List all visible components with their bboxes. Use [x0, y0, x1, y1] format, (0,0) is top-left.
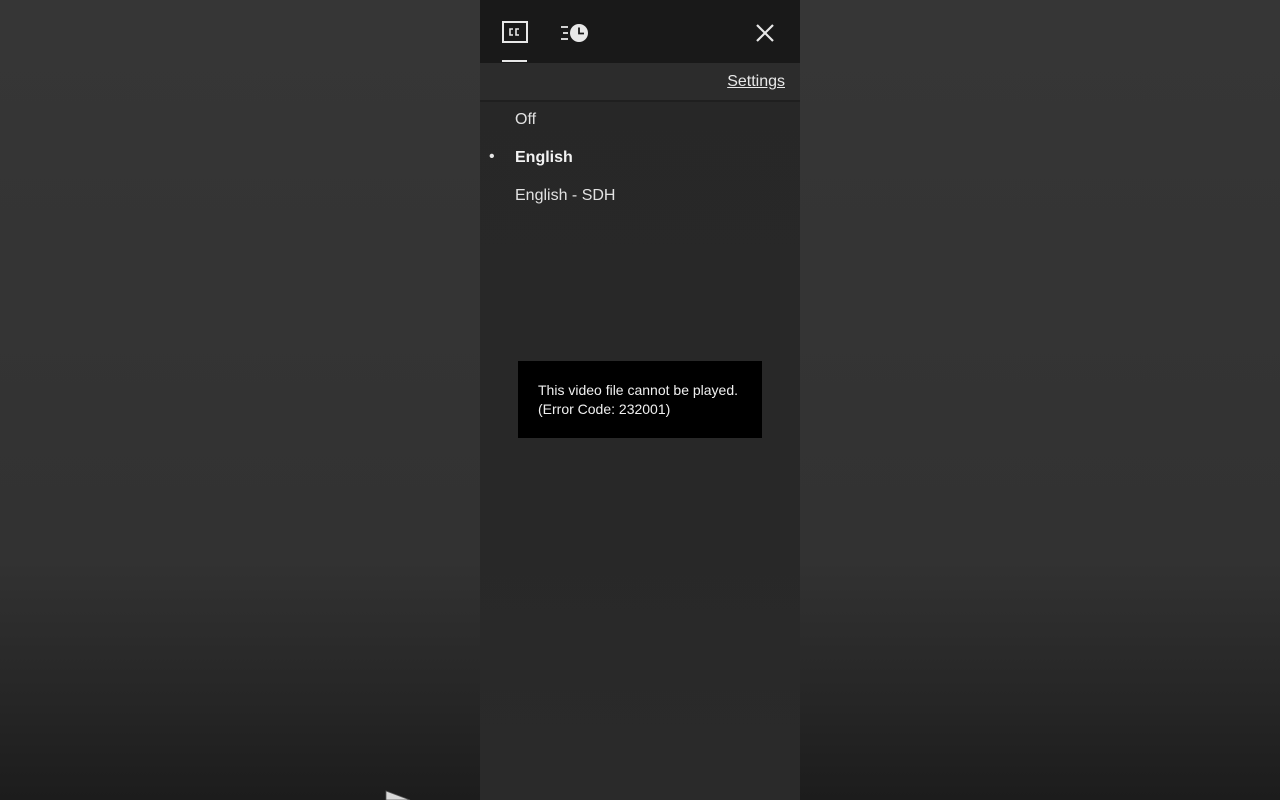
close-button[interactable]	[750, 18, 780, 48]
panel-tab-bar	[480, 0, 800, 63]
settings-bar: Settings	[480, 63, 800, 102]
selected-bullet-icon: •	[489, 148, 495, 165]
error-message-box: This video file cannot be played. (Error…	[518, 361, 762, 438]
subtitle-option-label: Off	[515, 111, 537, 128]
mouse-cursor-icon	[385, 790, 411, 800]
captions-panel: Settings Off • English English - SDH Thi…	[480, 0, 800, 800]
subtitle-option-off[interactable]: Off	[480, 101, 800, 139]
tab-playback-speed[interactable]	[556, 0, 594, 63]
tab-subtitles[interactable]	[496, 0, 534, 63]
subtitle-option-english[interactable]: • English	[480, 139, 800, 177]
active-tab-indicator	[502, 60, 527, 62]
error-code-line: (Error Code: 232001)	[538, 401, 671, 417]
settings-link[interactable]: Settings	[727, 73, 785, 91]
subtitle-option-label: English	[515, 149, 573, 166]
subtitle-option-english-sdh[interactable]: English - SDH	[480, 177, 800, 215]
subtitle-options-list: Off • English English - SDH	[480, 101, 800, 215]
error-message-line: This video file cannot be played.	[538, 382, 739, 398]
playback-speed-icon	[561, 24, 588, 42]
subtitle-option-label: English - SDH	[515, 187, 616, 204]
closed-captions-icon	[502, 21, 528, 43]
close-icon	[756, 24, 774, 42]
